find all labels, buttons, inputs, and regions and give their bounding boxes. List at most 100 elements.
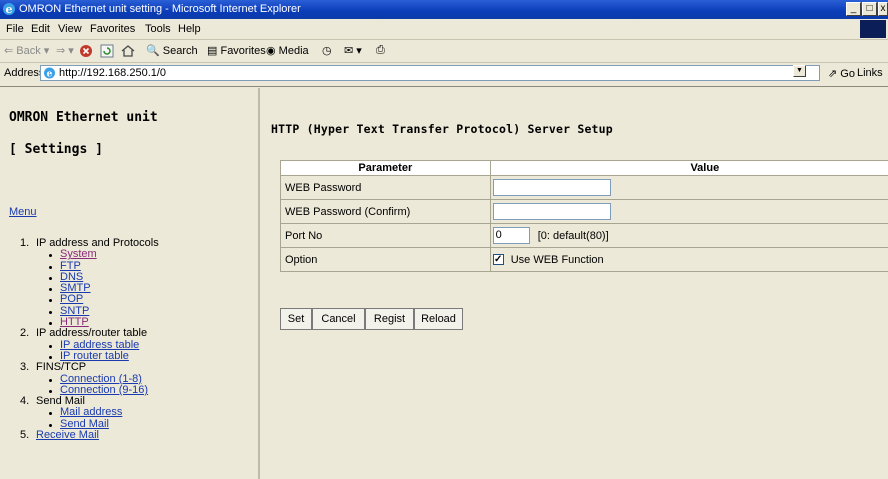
nav-section-label: Send Mail xyxy=(36,395,85,408)
maximize-button[interactable]: □ xyxy=(862,2,877,16)
go-arrow-icon: ⇗ xyxy=(828,68,838,80)
param-value xyxy=(489,175,888,200)
menu-help[interactable]: Help xyxy=(178,23,201,35)
search-label: Search xyxy=(162,45,198,57)
nav-link-sntp[interactable]: SNTP xyxy=(60,305,89,317)
reload-button[interactable]: Reload xyxy=(414,308,463,330)
nav-link-receive-mail[interactable]: Receive Mail xyxy=(36,429,99,441)
param-label: Port No xyxy=(280,223,491,248)
history-icon[interactable]: ◷ xyxy=(322,44,332,57)
nav-link-ip-router-table[interactable]: IP router table xyxy=(60,350,129,362)
table-row: Option ✓ Use WEB Function xyxy=(280,247,888,272)
param-label: WEB Password xyxy=(280,175,491,200)
menu-tools[interactable]: Tools xyxy=(145,23,171,35)
go-button[interactable]: ⇗ Go xyxy=(828,67,855,80)
home-icon[interactable] xyxy=(121,44,135,61)
forward-button[interactable]: ⇒ ▾ xyxy=(56,44,74,57)
address-label: Address xyxy=(4,67,45,79)
table-row: WEB Password xyxy=(280,175,888,200)
minimize-button[interactable]: _ xyxy=(846,2,861,16)
use-web-function-checkbox[interactable]: ✓ xyxy=(492,254,504,266)
close-button[interactable]: x xyxy=(878,2,888,16)
web-password-confirm-input[interactable] xyxy=(492,203,611,220)
set-button[interactable]: Set xyxy=(280,308,312,330)
cancel-button[interactable]: Cancel xyxy=(312,308,365,330)
menu-bar: File Edit View Favorites Tools Help xyxy=(0,19,888,40)
nav-link-ip-address-table[interactable]: IP address table xyxy=(60,339,139,351)
address-dropdown-button[interactable]: ▼ xyxy=(793,65,806,77)
back-label: Back xyxy=(16,45,41,57)
nav-section-ip-protocols: 1. IP address and Protocols xyxy=(20,237,258,249)
media-icon: ◉ xyxy=(266,45,276,57)
param-label: Option xyxy=(280,247,491,272)
nav-link-system[interactable]: System xyxy=(60,248,97,260)
web-password-input[interactable] xyxy=(492,179,611,196)
address-url: http://192.168.250.1/0 xyxy=(59,67,167,79)
nav-section-label: FINS/TCP xyxy=(36,361,87,374)
menu-edit[interactable]: Edit xyxy=(31,23,50,35)
nav-subheading: [ Settings ] xyxy=(9,142,103,157)
nav-heading: OMRON Ethernet unit xyxy=(9,110,158,125)
nav-section-number: 1. xyxy=(20,237,30,249)
nav-section-label: IP address and Protocols xyxy=(36,237,159,249)
column-header-value: Value xyxy=(489,160,888,176)
regist-button[interactable]: Regist xyxy=(365,308,414,330)
menu-link[interactable]: Menu xyxy=(9,206,37,218)
port-no-input[interactable]: 0 xyxy=(492,227,530,244)
nav-link-connection-9-16[interactable]: Connection (9-16) xyxy=(60,384,148,396)
nav-list: 1. IP address and Protocols System FTP D… xyxy=(20,237,258,442)
back-button[interactable]: ⇐ Back ▾ xyxy=(4,44,49,57)
nav-section-number: 5. xyxy=(20,429,30,442)
address-bar: Address e http://192.168.250.1/0 ▼ ⇗ Go … xyxy=(0,63,888,84)
search-icon: 🔍 xyxy=(146,45,160,57)
menu-view[interactable]: View xyxy=(58,23,82,35)
window-title-bar: e OMRON Ethernet unit setting - Microsof… xyxy=(0,0,888,19)
windows-logo-icon xyxy=(860,20,886,38)
nav-frame: OMRON Ethernet unit [ Settings ] Menu 1.… xyxy=(0,88,258,479)
page-icon: e xyxy=(44,67,55,79)
nav-section-number: 3. xyxy=(20,361,30,374)
favorites-icon: ▤ xyxy=(207,45,218,57)
nav-link-connection-1-8[interactable]: Connection (1-8) xyxy=(60,373,142,385)
links-button[interactable]: Links xyxy=(857,67,883,79)
nav-link-http[interactable]: HTTP xyxy=(60,316,89,328)
address-input[interactable]: e http://192.168.250.1/0 xyxy=(40,65,820,81)
checkmark-icon: ✓ xyxy=(493,254,503,266)
nav-link-send-mail[interactable]: Send Mail xyxy=(60,418,109,430)
mail-icon[interactable]: ✉ ▾ xyxy=(344,44,362,57)
window-title: OMRON Ethernet unit setting - Microsoft … xyxy=(19,3,301,15)
nav-section-receive-mail: 5. Receive Mail xyxy=(20,429,258,442)
nav-link-smtp[interactable]: SMTP xyxy=(60,282,91,294)
internet-explorer-icon: e xyxy=(3,3,15,16)
use-web-function-label: Use WEB Function xyxy=(510,253,604,266)
search-button[interactable]: 🔍 Search xyxy=(146,44,198,57)
svg-text:e: e xyxy=(6,3,13,16)
content-frame: HTTP (Hyper Text Transfer Protocol) Serv… xyxy=(260,88,888,479)
param-label: WEB Password (Confirm) xyxy=(280,199,491,224)
nav-link-mail-address[interactable]: Mail address xyxy=(60,406,122,418)
table-header-row: Parameter Value xyxy=(280,160,888,176)
nav-link-ftp[interactable]: FTP xyxy=(60,260,81,272)
media-label: Media xyxy=(278,45,309,57)
menu-favorites[interactable]: Favorites xyxy=(90,23,135,35)
nav-link-dns[interactable]: DNS xyxy=(60,271,83,283)
nav-section-send-mail: 4. Send Mail xyxy=(20,395,258,408)
favorites-label: Favorites xyxy=(220,45,266,57)
favorites-button[interactable]: ▤ Favorites xyxy=(207,44,266,57)
nav-section-number: 2. xyxy=(20,327,30,340)
menu-file[interactable]: File xyxy=(6,23,24,35)
print-icon[interactable]: ⎙ xyxy=(376,44,385,57)
stop-icon[interactable] xyxy=(79,44,93,61)
back-arrow-icon: ⇐ xyxy=(4,45,14,57)
table-row: Port No 0 [0: default(80)] xyxy=(280,223,888,248)
param-value: 0 [0: default(80)] xyxy=(489,223,888,248)
media-button[interactable]: ◉ Media xyxy=(266,44,309,57)
nav-link-pop[interactable]: POP xyxy=(60,293,83,305)
page-title: HTTP (Hyper Text Transfer Protocol) Serv… xyxy=(271,122,613,136)
toolbar: ⇐ Back ▾ ⇒ ▾ 🔍 Search ▤ Favorites ◉ Medi… xyxy=(0,40,888,63)
column-header-parameter: Parameter xyxy=(280,160,491,176)
param-value xyxy=(489,199,888,224)
nav-section-number: 4. xyxy=(20,395,30,408)
refresh-icon[interactable] xyxy=(100,44,114,61)
param-value: ✓ Use WEB Function xyxy=(489,247,888,272)
